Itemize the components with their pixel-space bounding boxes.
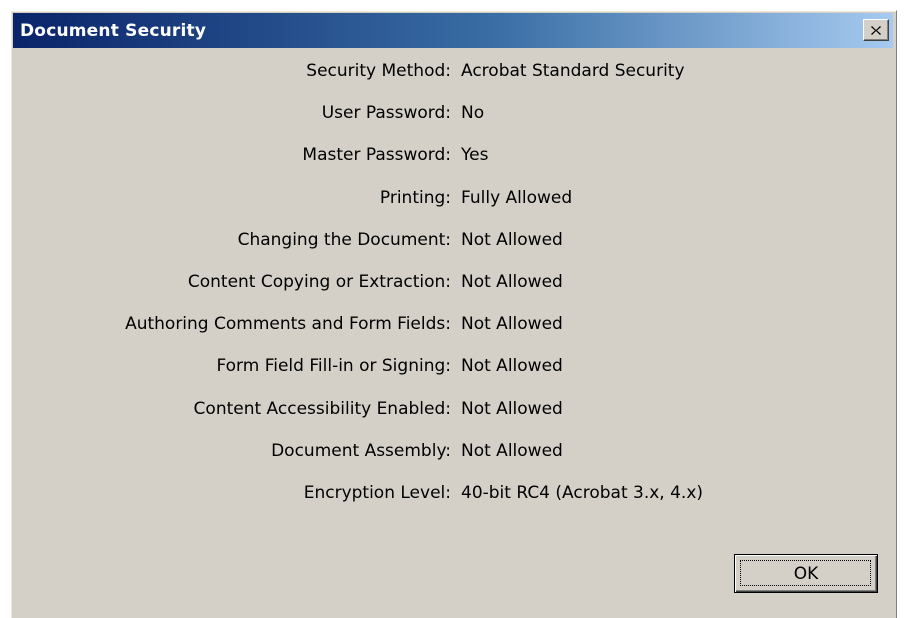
row-document-assembly: Document Assembly: Not Allowed (11, 441, 896, 483)
ok-button[interactable]: OK (734, 554, 878, 593)
user-password-value: No (461, 103, 485, 124)
security-method-value: Acrobat Standard Security (461, 61, 685, 81)
content-copying-value: Not Allowed (461, 271, 563, 292)
close-button[interactable] (863, 19, 889, 41)
row-user-password: User Password: No (11, 103, 896, 145)
row-encryption-level: Encryption Level: 40-bit RC4 (Acrobat 3.… (11, 483, 896, 525)
content-accessibility-value: Not Allowed (461, 398, 563, 419)
printing-value: Fully Allowed (461, 187, 573, 208)
content-accessibility-label: Content Accessibility Enabled: (193, 398, 451, 419)
master-password-label: Master Password: (302, 145, 451, 166)
changing-document-value: Not Allowed (461, 229, 563, 250)
changing-document-label: Changing the Document: (237, 229, 451, 250)
row-changing-document: Changing the Document: Not Allowed (11, 230, 896, 272)
authoring-comments-value: Not Allowed (461, 314, 563, 335)
security-method-label: Security Method: (306, 61, 451, 81)
row-printing: Printing: Fully Allowed (11, 188, 896, 230)
row-content-copying: Content Copying or Extraction: Not Allow… (11, 272, 896, 314)
encryption-level-value: 40-bit RC4 (Acrobat 3.x, 4.x) (461, 482, 704, 503)
content-copying-label: Content Copying or Extraction: (187, 271, 451, 292)
encryption-level-label: Encryption Level: (303, 482, 451, 503)
master-password-value: Yes (461, 145, 489, 166)
row-form-field-fill-in: Form Field Fill-in or Signing: Not Allow… (11, 356, 896, 398)
document-assembly-label: Document Assembly: (271, 440, 451, 461)
title-bar[interactable]: Document Security (13, 13, 893, 48)
row-authoring-comments: Authoring Comments and Form Fields: Not … (11, 314, 896, 356)
security-properties: Security Method: Acrobat Standard Securi… (11, 61, 896, 525)
row-master-password: Master Password: Yes (11, 145, 896, 187)
row-content-accessibility: Content Accessibility Enabled: Not Allow… (11, 399, 896, 441)
form-field-fill-in-label: Form Field Fill-in or Signing: (216, 356, 451, 377)
ok-button-label: OK (793, 563, 819, 584)
document-security-dialog: Document Security Security Method: Acrob… (10, 10, 897, 618)
document-assembly-value: Not Allowed (461, 440, 563, 461)
close-icon (871, 25, 881, 35)
row-security-method: Security Method: Acrobat Standard Securi… (11, 61, 896, 103)
authoring-comments-label: Authoring Comments and Form Fields: (125, 314, 451, 335)
user-password-label: User Password: (321, 103, 451, 124)
form-field-fill-in-value: Not Allowed (461, 356, 563, 377)
dialog-title: Document Security (20, 20, 207, 41)
printing-label: Printing: (379, 187, 451, 208)
